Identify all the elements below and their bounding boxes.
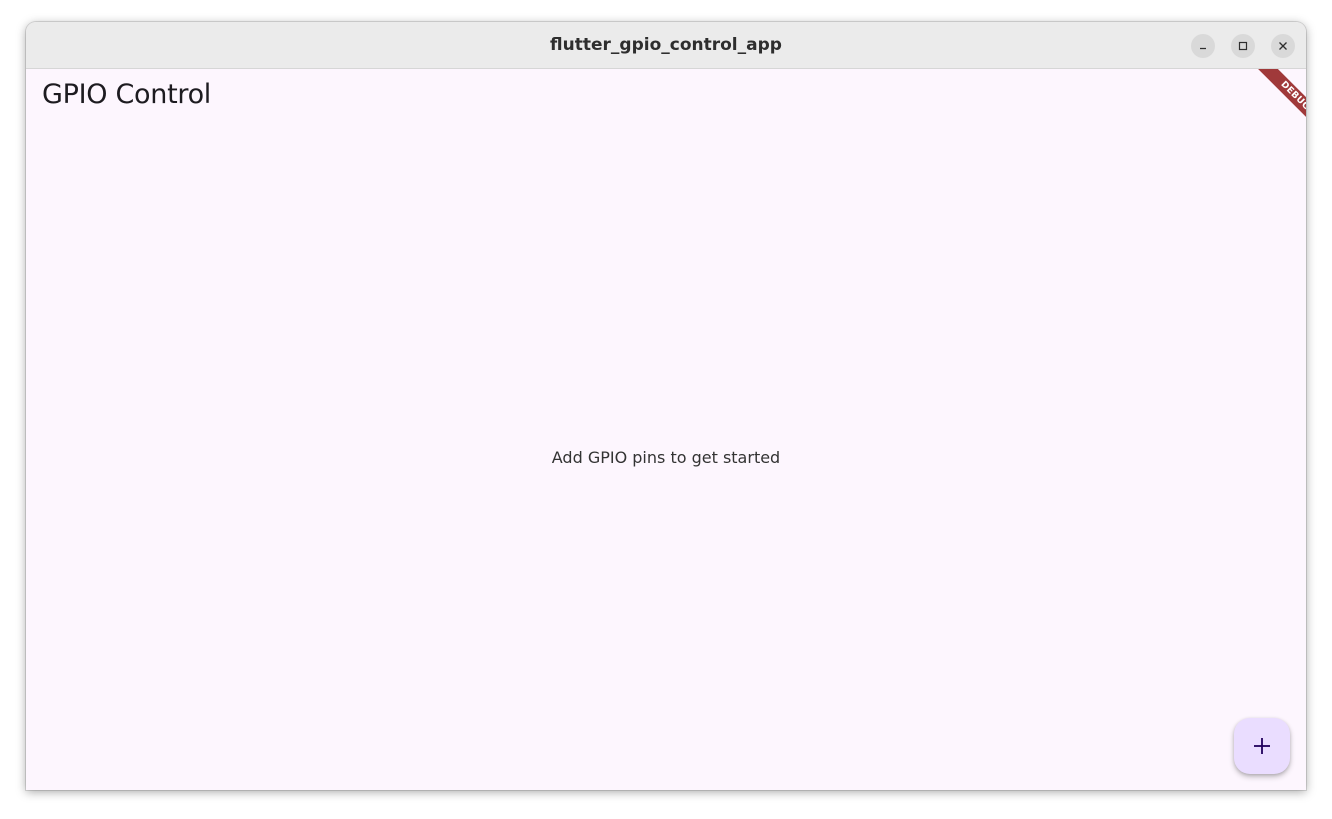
app-window: flutter_gpio_control_app GPIO Control Ad… bbox=[26, 22, 1306, 790]
app-content: GPIO Control Add GPIO pins to get starte… bbox=[26, 69, 1306, 790]
minimize-icon bbox=[1200, 47, 1206, 50]
page-title: GPIO Control bbox=[42, 79, 211, 110]
add-pin-button[interactable] bbox=[1234, 718, 1290, 774]
empty-state-message: Add GPIO pins to get started bbox=[551, 448, 781, 467]
minimize-button[interactable] bbox=[1191, 34, 1215, 58]
window-title: flutter_gpio_control_app bbox=[550, 35, 782, 55]
close-button[interactable] bbox=[1271, 34, 1295, 58]
debug-banner-label: DEBUG bbox=[1251, 69, 1306, 140]
debug-banner: DEBUG bbox=[1226, 69, 1306, 149]
window-titlebar[interactable]: flutter_gpio_control_app bbox=[26, 22, 1306, 69]
maximize-button[interactable] bbox=[1231, 34, 1255, 58]
maximize-icon bbox=[1238, 41, 1248, 51]
plus-icon bbox=[1254, 738, 1270, 754]
close-icon bbox=[1279, 42, 1287, 50]
